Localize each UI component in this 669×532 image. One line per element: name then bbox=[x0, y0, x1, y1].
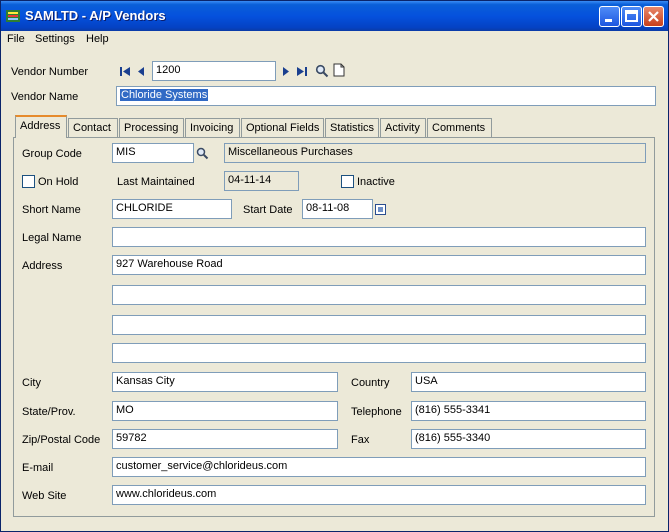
telephone-label: Telephone bbox=[351, 406, 402, 418]
last-record-icon[interactable] bbox=[295, 65, 309, 78]
tab-invoicing[interactable]: Invoicing bbox=[185, 118, 240, 138]
calendar-icon[interactable] bbox=[375, 204, 386, 215]
city-field[interactable]: Kansas City bbox=[112, 372, 338, 392]
tab-contact[interactable]: Contact bbox=[68, 118, 118, 138]
vendor-name-text: Chloride Systems bbox=[120, 89, 209, 101]
maximize-button[interactable] bbox=[621, 6, 642, 27]
email-field[interactable]: customer_service@chlorideus.com bbox=[112, 457, 646, 477]
inactive-checkbox[interactable] bbox=[341, 175, 354, 188]
close-button[interactable] bbox=[643, 6, 664, 27]
vendor-name-label: Vendor Name bbox=[11, 91, 79, 103]
menu-file[interactable]: File bbox=[7, 33, 25, 45]
tab-processing[interactable]: Processing bbox=[119, 118, 184, 138]
search-icon[interactable] bbox=[315, 64, 329, 78]
telephone-field[interactable]: (816) 555-3341 bbox=[411, 401, 646, 421]
fax-label: Fax bbox=[351, 434, 370, 446]
address-line-4-field[interactable] bbox=[112, 343, 646, 363]
tab-activity[interactable]: Activity bbox=[380, 118, 426, 138]
group-code-label: Group Code bbox=[22, 148, 82, 160]
start-date-label: Start Date bbox=[243, 204, 293, 216]
legal-name-label: Legal Name bbox=[22, 232, 82, 244]
inactive-label: Inactive bbox=[357, 176, 395, 188]
state-label: State/Prov. bbox=[22, 406, 76, 418]
tab-statistics[interactable]: Statistics bbox=[325, 118, 379, 138]
fax-field[interactable]: (816) 555-3340 bbox=[411, 429, 646, 449]
start-date-field[interactable]: 08-11-08 bbox=[302, 199, 373, 219]
menu-settings[interactable]: Settings bbox=[35, 33, 75, 45]
vendor-number-label: Vendor Number bbox=[11, 66, 89, 78]
city-label: City bbox=[22, 377, 41, 389]
last-maintained-field: 04-11-14 bbox=[224, 171, 299, 191]
last-maintained-label: Last Maintained bbox=[117, 176, 195, 188]
email-label: E-mail bbox=[22, 462, 54, 474]
app-icon bbox=[6, 10, 20, 22]
website-label: Web Site bbox=[22, 490, 67, 502]
new-record-icon[interactable] bbox=[333, 63, 345, 77]
minimize-icon bbox=[605, 19, 612, 22]
vendor-number-field[interactable]: 1200 bbox=[152, 61, 276, 81]
address-line-2-field[interactable] bbox=[112, 285, 646, 305]
minimize-button[interactable] bbox=[599, 6, 620, 27]
address-label: Address bbox=[22, 260, 63, 272]
title-bar[interactable]: SAMLTD - A/P Vendors bbox=[1, 1, 668, 31]
vendor-window: SAMLTD - A/P Vendors File Settings Help … bbox=[0, 0, 669, 532]
short-name-field[interactable]: CHLORIDE bbox=[112, 199, 232, 219]
first-record-icon[interactable] bbox=[119, 65, 133, 78]
previous-record-icon[interactable] bbox=[136, 65, 146, 78]
zip-label: Zip/Postal Code bbox=[22, 434, 101, 446]
on-hold-checkbox[interactable] bbox=[22, 175, 35, 188]
tab-optional-fields[interactable]: Optional Fields bbox=[241, 118, 324, 138]
on-hold-label: On Hold bbox=[38, 176, 79, 188]
group-code-search-icon[interactable] bbox=[196, 147, 209, 160]
country-field[interactable]: USA bbox=[411, 372, 646, 392]
address-line-1-field[interactable]: 927 Warehouse Road bbox=[112, 255, 646, 275]
maximize-icon bbox=[625, 10, 638, 22]
group-code-field[interactable]: MIS bbox=[112, 143, 194, 163]
website-field[interactable]: www.chlorideus.com bbox=[112, 485, 646, 505]
window-title: SAMLTD - A/P Vendors bbox=[25, 8, 166, 23]
zip-field[interactable]: 59782 bbox=[112, 429, 338, 449]
menu-bar: File Settings Help bbox=[1, 31, 668, 49]
country-label: Country bbox=[351, 377, 390, 389]
group-description-field: Miscellaneous Purchases bbox=[224, 143, 646, 163]
menu-help[interactable]: Help bbox=[86, 33, 109, 45]
tab-comments[interactable]: Comments bbox=[427, 118, 492, 138]
close-icon bbox=[648, 11, 659, 22]
state-field[interactable]: MO bbox=[112, 401, 338, 421]
tab-address[interactable]: Address bbox=[15, 115, 67, 138]
address-line-3-field[interactable] bbox=[112, 315, 646, 335]
short-name-label: Short Name bbox=[22, 204, 81, 216]
vendor-name-field[interactable]: Chloride Systems bbox=[116, 86, 656, 106]
legal-name-field[interactable] bbox=[112, 227, 646, 247]
next-record-icon[interactable] bbox=[281, 65, 291, 78]
